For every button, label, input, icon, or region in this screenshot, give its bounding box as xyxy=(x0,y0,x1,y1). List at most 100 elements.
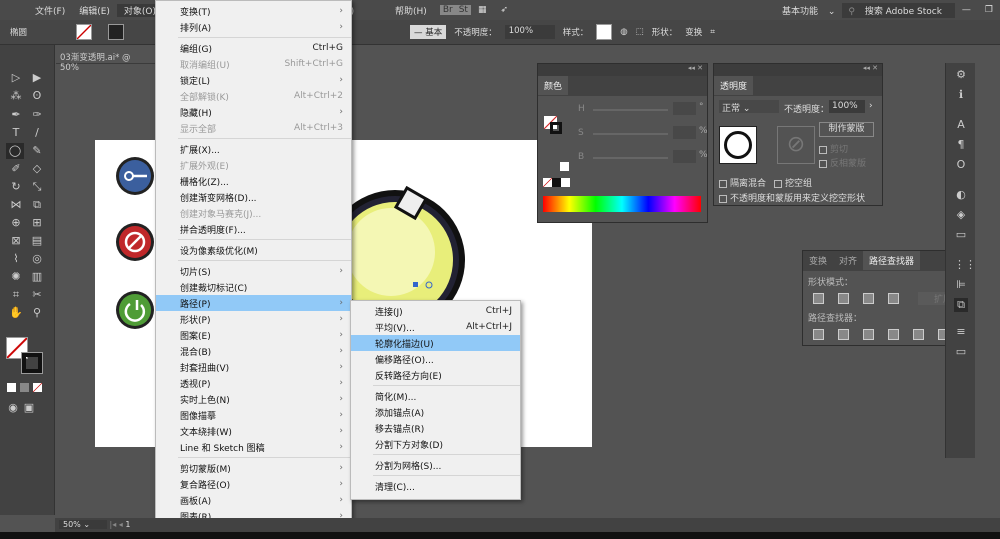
menu-edit[interactable]: 编辑(E) xyxy=(72,4,117,17)
menu-item[interactable]: 实时上色(N) › xyxy=(156,391,351,407)
ellipse-tool-icon[interactable]: ◯ xyxy=(6,143,24,159)
appearance-icon[interactable]: ◐ xyxy=(954,188,968,202)
menu-item[interactable]: 扩展外观(E) xyxy=(156,157,351,173)
minimize-button[interactable]: — xyxy=(955,5,978,15)
menu-item[interactable]: 添加锚点(A) xyxy=(351,404,520,420)
merge-icon[interactable] xyxy=(863,329,874,340)
zoom-select[interactable]: 50% ⌄ xyxy=(59,520,107,529)
gradient-mode-icon[interactable] xyxy=(20,383,29,392)
rotate-tool-icon[interactable]: ↻ xyxy=(7,179,25,195)
none-mode-icon[interactable] xyxy=(33,383,42,392)
menu-item[interactable]: 编组(G) Ctrl+G xyxy=(156,40,351,56)
menu-item[interactable]: 扩展(X)... xyxy=(156,141,351,157)
menu-item[interactable]: 平均(V)... Alt+Ctrl+J xyxy=(351,319,520,335)
gradient-dock-icon[interactable]: ▭ xyxy=(954,345,968,359)
menu-item[interactable]: 偏移路径(O)... xyxy=(351,351,520,367)
opacity-arrow-icon[interactable]: › xyxy=(869,101,873,111)
slice-tool-icon[interactable]: ✂ xyxy=(28,287,46,303)
blend-mode-select[interactable]: 正常 ⌄ xyxy=(719,100,779,114)
stroke-color-icon[interactable] xyxy=(21,352,43,374)
prev-artboard-icon[interactable]: |◂ ◂ xyxy=(110,520,123,529)
scale-tool-icon[interactable]: ⤡ xyxy=(28,179,46,195)
tab-transform[interactable]: 变换 xyxy=(803,251,834,270)
menu-item[interactable]: 分割下方对象(D) xyxy=(351,436,520,452)
menu-item[interactable]: 创建对象马赛克(J)... xyxy=(156,205,351,221)
artboards-icon[interactable]: ▭ xyxy=(954,228,968,242)
crop-icon[interactable] xyxy=(888,329,899,340)
object-thumbnail[interactable] xyxy=(719,126,757,164)
exclude-icon[interactable] xyxy=(888,293,899,304)
isolate-icon[interactable]: ⌗ xyxy=(710,27,715,37)
menu-help[interactable]: 帮助(H) xyxy=(388,4,434,17)
out-of-gamut-swatch[interactable] xyxy=(560,162,569,171)
direct-selection-tool-icon[interactable]: ▶ xyxy=(28,70,46,86)
color-panel-tab[interactable]: 颜色 xyxy=(538,76,569,95)
outline-icon[interactable] xyxy=(913,329,924,340)
paintbrush-icon[interactable]: ✎ xyxy=(28,143,46,159)
menu-item[interactable]: 切片(S) › xyxy=(156,263,351,279)
menu-item[interactable]: 形状(P) › xyxy=(156,311,351,327)
menu-item[interactable]: 清理(C)... xyxy=(351,478,520,494)
tab-align[interactable]: 对齐 xyxy=(833,251,864,270)
h-field[interactable] xyxy=(673,102,696,115)
layout-icon[interactable]: ▦ xyxy=(471,5,494,15)
menu-item[interactable]: 路径(P) › xyxy=(156,295,351,311)
white-swatch[interactable] xyxy=(561,178,570,187)
s-field[interactable] xyxy=(673,126,696,139)
invert-mask-checkbox[interactable]: 反相蒙版 xyxy=(819,156,866,169)
rocket-icon[interactable]: ➶ xyxy=(493,5,515,15)
shape-builder-icon[interactable]: ⊕ xyxy=(7,215,25,231)
transparency-panel-tab[interactable]: 透明度 xyxy=(714,76,754,95)
menu-item[interactable]: 轮廓化描边(U) xyxy=(351,335,520,351)
symbol-sprayer-icon[interactable]: ✺ xyxy=(7,269,25,285)
align-icon[interactable]: ⬚ xyxy=(636,27,644,37)
clip-checkbox[interactable]: 剪切 xyxy=(819,142,848,155)
color-spectrum[interactable] xyxy=(543,196,701,212)
style-swatch[interactable] xyxy=(596,24,613,40)
opacity-field[interactable]: 100% xyxy=(504,25,555,39)
b-slider[interactable] xyxy=(593,157,668,159)
stroke-swatch[interactable] xyxy=(108,24,124,40)
none-swatch[interactable] xyxy=(543,178,552,187)
isolate-blending-checkbox[interactable]: 隔离混合 xyxy=(719,176,766,189)
restore-button[interactable]: ❐ xyxy=(978,5,1000,15)
paragraph-icon[interactable]: ¶ xyxy=(954,138,968,152)
transform-dock-icon[interactable]: ⋮⋮ xyxy=(954,258,976,272)
opacity-knockout-checkbox[interactable]: 不透明度和蒙版用来定义挖空形状 xyxy=(719,191,865,204)
stock-search[interactable]: ⚲ 搜索 Adobe Stock xyxy=(842,2,955,18)
mask-thumbnail-no-icon[interactable]: ⊘ xyxy=(777,126,815,164)
pathfinder-dock-icon[interactable]: ⧉ xyxy=(954,298,968,312)
menu-item[interactable]: 剪切蒙版(M) › xyxy=(156,460,351,476)
bridge-icon[interactable]: Br xyxy=(439,5,456,15)
shape-button[interactable]: 形状： xyxy=(652,26,678,38)
align-dock-icon[interactable]: ⊫ xyxy=(954,278,968,292)
stroke-dock-icon[interactable]: ≡ xyxy=(954,325,968,339)
menu-item[interactable]: 封套扭曲(V) › xyxy=(156,359,351,375)
menu-item[interactable]: 分割为网格(S)... xyxy=(351,457,520,473)
pen-tool-icon[interactable]: ✒ xyxy=(7,107,25,123)
line-tool-icon[interactable]: / xyxy=(28,125,46,141)
menu-item[interactable]: 显示全部 Alt+Ctrl+3 xyxy=(156,120,351,136)
zoom-tool-icon[interactable]: ⚲ xyxy=(28,305,46,321)
trim-icon[interactable] xyxy=(838,329,849,340)
menu-item[interactable]: 混合(B) › xyxy=(156,343,351,359)
panel-collapse-icon[interactable]: ◂◂ ✕ xyxy=(714,64,882,76)
menu-item[interactable]: 排列(A) › xyxy=(156,19,351,35)
make-mask-button[interactable]: 制作蒙版 xyxy=(819,122,874,137)
menu-item[interactable]: 栅格化(Z)... xyxy=(156,173,351,189)
recolor-icon[interactable]: ◍ xyxy=(620,27,627,37)
workspace-switcher[interactable]: 基本功能 ⌄ xyxy=(768,4,842,17)
menu-file[interactable]: 文件(F) xyxy=(28,4,72,17)
artboard-tool-icon[interactable]: ⌗ xyxy=(7,287,25,303)
menu-item[interactable]: 图案(E) › xyxy=(156,327,351,343)
menu-item[interactable]: 移去锚点(R) xyxy=(351,420,520,436)
width-tool-icon[interactable]: ⋈ xyxy=(7,197,25,213)
b-field[interactable] xyxy=(673,150,696,163)
stroke-profile[interactable]: — 基本 xyxy=(410,25,447,39)
tab-pathfinder[interactable]: 路径查找器 xyxy=(863,251,921,270)
curvature-tool-icon[interactable]: ✑ xyxy=(28,107,46,123)
menu-item[interactable]: 隐藏(H) › xyxy=(156,104,351,120)
h-slider[interactable] xyxy=(593,109,668,111)
menu-item[interactable]: 复合路径(O) › xyxy=(156,476,351,492)
opentype-icon[interactable]: O xyxy=(954,158,968,172)
